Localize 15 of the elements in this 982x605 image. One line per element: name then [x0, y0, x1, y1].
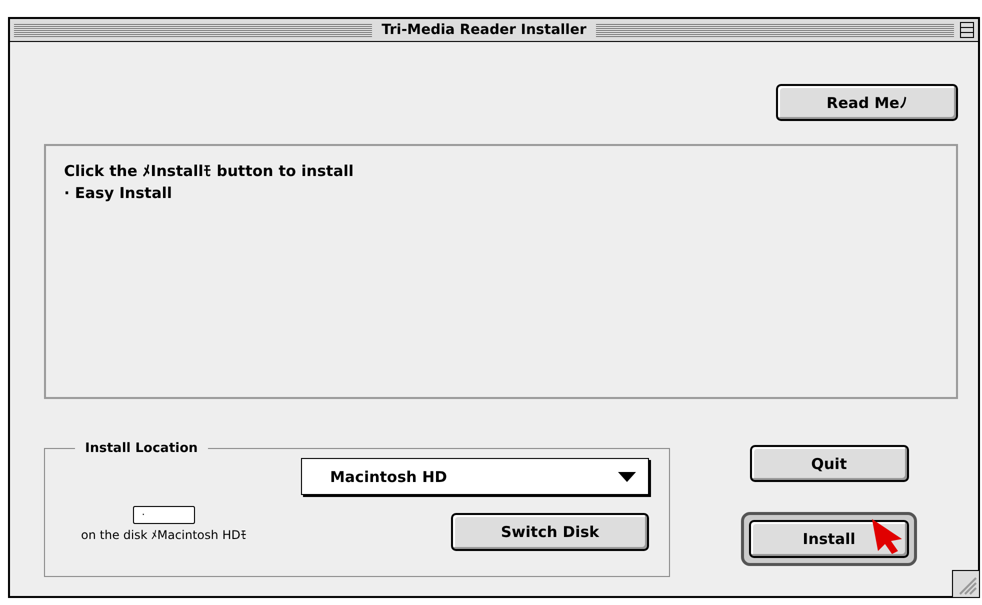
message-text: · Easy Install [64, 183, 173, 204]
disk-caption: on the disk ﾒMacintosh HDﾓ [81, 528, 246, 542]
switch-disk-button[interactable]: Switch Disk [451, 513, 649, 551]
disk-field: . [132, 506, 195, 524]
quit-button[interactable]: Quit [750, 445, 908, 482]
install-button[interactable]: Install [749, 520, 909, 558]
resize-handle-icon[interactable] [952, 570, 980, 598]
collapse-box-icon[interactable] [960, 22, 974, 38]
group-label: Install Location [84, 441, 199, 456]
cursor-arrow-icon [870, 517, 904, 555]
dropdown-arrow-icon [618, 472, 636, 482]
read-me-button[interactable]: Read Meﾉ [776, 84, 958, 121]
message-text: Click the ﾒInstallﾓ button to install [64, 161, 355, 182]
window-title: Tri-Media Reader Installer [380, 22, 588, 38]
disk-dropdown[interactable]: Macintosh HD [301, 458, 649, 495]
